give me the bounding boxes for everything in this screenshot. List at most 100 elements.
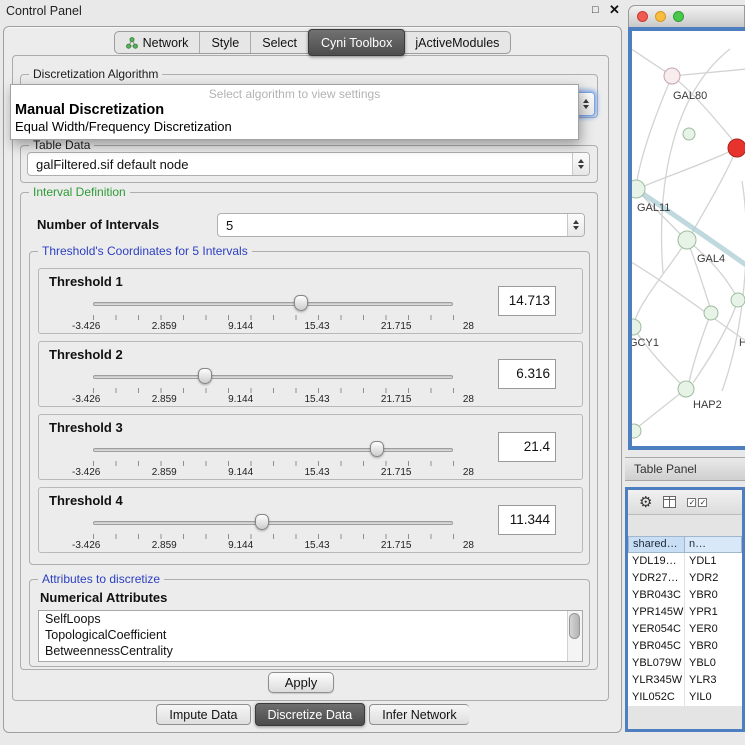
- select-columns-icon[interactable]: ✓ ✓: [687, 498, 707, 507]
- network-node[interactable]: [683, 128, 695, 140]
- minimize-traffic-light-icon[interactable]: [655, 11, 666, 22]
- slider-track[interactable]: [93, 302, 453, 306]
- scrollbar-thumb[interactable]: [569, 613, 580, 639]
- table-row[interactable]: YIL052C YIL0: [628, 689, 742, 706]
- threshold-4-value-field[interactable]: 11.344: [498, 505, 556, 535]
- slider-track[interactable]: [93, 375, 453, 379]
- scale-label: 15.43: [305, 467, 330, 478]
- table-cell: YER054C: [628, 621, 685, 638]
- network-node[interactable]: [704, 306, 718, 320]
- slider-track[interactable]: [93, 521, 453, 525]
- dropdown-option-equal-width-frequency[interactable]: Equal Width/Frequency Discretization: [11, 119, 578, 135]
- slider-track[interactable]: [93, 448, 453, 452]
- slider-thumb[interactable]: [294, 295, 308, 311]
- scale-label: 2.859: [152, 467, 177, 478]
- scale-label: -3.426: [72, 321, 100, 332]
- network-node-red[interactable]: [728, 139, 745, 157]
- network-node[interactable]: [632, 424, 641, 438]
- screen: Control Panel □ ✕ Network Style Select C…: [0, 0, 745, 745]
- threshold-2-value-field[interactable]: 6.316: [498, 359, 556, 389]
- table-cell: YBR0: [685, 587, 742, 604]
- table-empty-area: [628, 706, 742, 729]
- table-row[interactable]: YBR043C YBR0: [628, 587, 742, 604]
- network-node[interactable]: [664, 68, 680, 84]
- scale-label: 15.43: [305, 394, 330, 405]
- network-view-window: GAL80 GAL11 GAL4 GCY1 HAP2 H: [628, 5, 745, 450]
- table-cell: YBR043C: [628, 587, 685, 604]
- numerical-attributes-list[interactable]: SelfLoopsTopologicalCoefficientBetweenne…: [38, 610, 583, 662]
- gear-icon[interactable]: ⚙: [639, 495, 652, 510]
- network-node[interactable]: [632, 319, 641, 335]
- slider-ticks: [93, 315, 454, 320]
- slider-ticks: [93, 534, 454, 539]
- table-data-select[interactable]: galFiltered.sif default node: [27, 152, 590, 176]
- scale-label: 21.715: [381, 394, 412, 405]
- threshold-4-slider[interactable]: [93, 514, 453, 532]
- threshold-1-value-field[interactable]: 14.713: [498, 286, 556, 316]
- table-row[interactable]: YPR145W YPR1: [628, 604, 742, 621]
- tab-select[interactable]: Select: [251, 32, 309, 53]
- scale-label: 28: [463, 321, 474, 332]
- tab-style[interactable]: Style: [200, 32, 251, 53]
- list-item[interactable]: TopologicalCoefficient: [39, 627, 582, 643]
- close-icon[interactable]: ✕: [609, 2, 620, 18]
- tab-jactivemodules[interactable]: jActiveModules: [404, 32, 510, 53]
- dropdown-option-manual-discretization[interactable]: Manual Discretization: [11, 102, 578, 119]
- threshold-1-slider[interactable]: [93, 295, 453, 313]
- network-node[interactable]: [731, 293, 745, 307]
- zoom-traffic-light-icon[interactable]: [673, 11, 684, 22]
- table-cell: YDL1: [685, 553, 742, 570]
- network-node[interactable]: [678, 231, 696, 249]
- tab-discretize-data[interactable]: Discretize Data: [255, 703, 366, 726]
- slider-thumb[interactable]: [198, 368, 212, 384]
- list-scrollbar[interactable]: [567, 611, 582, 661]
- group-title-thresholds: Threshold's Coordinates for 5 Intervals: [38, 244, 252, 258]
- threshold-3-slider[interactable]: [93, 441, 453, 459]
- column-header-shared-name[interactable]: shared…: [628, 536, 685, 553]
- node-label-partial: H: [739, 337, 745, 349]
- highlighted-edge[interactable]: [636, 189, 745, 265]
- table-row[interactable]: YDL19… YDL1: [628, 553, 742, 570]
- slider-thumb[interactable]: [255, 514, 269, 530]
- list-item[interactable]: SelfLoops: [39, 611, 582, 627]
- close-traffic-light-icon[interactable]: [637, 11, 648, 22]
- columns-icon[interactable]: [663, 496, 676, 508]
- table-rows: YDL19… YDL1 YDR27… YDR2 YBR043C YBR0 YPR…: [628, 553, 742, 706]
- table-row[interactable]: YLR345W YLR3: [628, 672, 742, 689]
- checkbox-icon: ✓: [687, 498, 696, 507]
- list-item[interactable]: BetweennessCentrality: [39, 643, 582, 659]
- scale-label: 15.43: [305, 540, 330, 551]
- combo-stepper-icon[interactable]: [577, 93, 594, 115]
- tab-impute-data[interactable]: Impute Data: [156, 704, 250, 725]
- network-node[interactable]: [632, 180, 645, 198]
- scale-label: 9.144: [228, 467, 253, 478]
- network-node[interactable]: [678, 381, 694, 397]
- apply-button[interactable]: Apply: [268, 672, 334, 693]
- scale-label: 28: [463, 467, 474, 478]
- table-cell: YDL19…: [628, 553, 685, 570]
- threshold-3-value-field[interactable]: 21.4: [498, 432, 556, 462]
- table-row[interactable]: YER054C YER0: [628, 621, 742, 638]
- table-row[interactable]: YBL079W YBL0: [628, 655, 742, 672]
- threshold-2-slider[interactable]: [93, 368, 453, 386]
- slider-ticks: [93, 388, 454, 393]
- column-header-name[interactable]: n…: [685, 536, 742, 553]
- tab-cyni-toolbox[interactable]: Cyni Toolbox: [308, 29, 405, 56]
- bottom-tab-group: Impute Data Discretize Data Infer Networ…: [156, 703, 468, 726]
- slider-thumb[interactable]: [370, 441, 384, 457]
- tab-label: Infer Network: [382, 708, 456, 722]
- table-panel-header[interactable]: Table Panel: [625, 457, 745, 481]
- network-window-titlebar[interactable]: [628, 5, 745, 27]
- float-window-icon[interactable]: □: [592, 4, 599, 16]
- combo-stepper-icon[interactable]: [572, 153, 589, 175]
- network-canvas[interactable]: GAL80 GAL11 GAL4 GCY1 HAP2 H: [632, 31, 745, 446]
- combo-stepper-icon[interactable]: [567, 214, 584, 236]
- table-row[interactable]: YBR045C YBR0: [628, 638, 742, 655]
- tab-network[interactable]: Network: [115, 32, 201, 53]
- table-row[interactable]: YDR27… YDR2: [628, 570, 742, 587]
- tab-infer-network[interactable]: Infer Network: [369, 704, 468, 725]
- slider-scale: -3.426 2.859 9.144 15.43 21.715 28: [72, 467, 474, 478]
- number-of-intervals-select[interactable]: 5: [217, 213, 585, 237]
- threshold-4-panel: Threshold 4 11.344 -3.426 2.859 9.144 15…: [38, 487, 583, 553]
- threshold-3-label: Threshold 3: [49, 420, 123, 435]
